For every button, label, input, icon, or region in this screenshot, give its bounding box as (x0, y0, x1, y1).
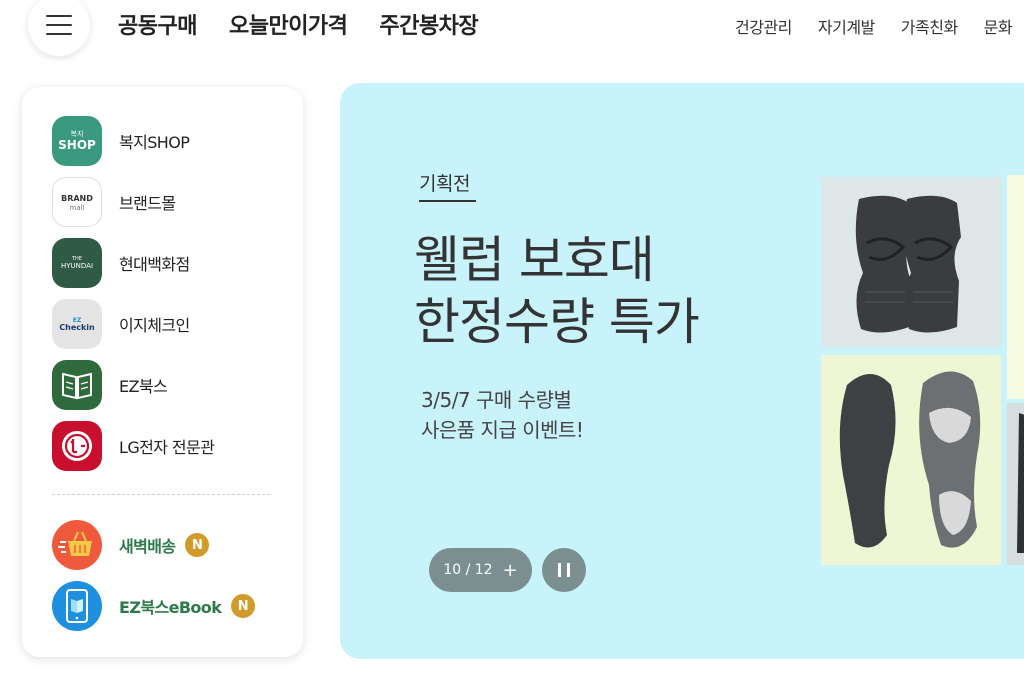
sidebar-item-label: 브랜드몰 (119, 194, 176, 213)
main-nav-group-buy[interactable]: 공동구매 (118, 8, 197, 40)
lg-logo-icon (52, 421, 102, 471)
banner-description: 3/5/7 구매 수량별 사은품 지급 이벤트! (421, 385, 584, 445)
banner-tag-underline (419, 200, 476, 202)
pause-bar (558, 563, 561, 577)
brand-mall-icon: BRAND mall (52, 177, 102, 227)
svg-text:mall: mall (70, 204, 85, 212)
hamburger-line (46, 15, 72, 17)
svg-text:HYUNDAI: HYUNDAI (61, 262, 93, 270)
slide-pager-button[interactable]: 10 / 12 + (429, 548, 532, 592)
banner-desc-line: 사은품 지급 이벤트! (421, 418, 584, 442)
sidebar-item-welfare-shop[interactable]: 복지 SHOP 복지SHOP (52, 116, 190, 166)
sidebar-item-ez-checkin[interactable]: EZ Checkin 이지체크인 (52, 299, 190, 349)
banner-title: 웰럽 보호대 한정수량 특가 (414, 229, 700, 353)
sidebar-item-label: 현대백화점 (119, 255, 190, 274)
pause-bar (567, 563, 570, 577)
hyundai-icon: THE HYUNDAI (52, 238, 102, 288)
hamburger-menu-button[interactable] (28, 0, 90, 56)
welfare-shop-icon: 복지 SHOP (52, 116, 102, 166)
banner-title-line: 웰럽 보호대 (414, 231, 655, 289)
plus-icon: + (502, 559, 518, 581)
sub-nav-culture[interactable]: 문화 (984, 14, 1013, 38)
sidebar-item-ez-books[interactable]: EZ북스 (52, 360, 168, 410)
ez-checkin-icon: EZ Checkin (52, 299, 102, 349)
pause-button[interactable] (542, 548, 586, 592)
sub-nav: 건강관리 자기계발 가족친화 문화 (735, 14, 1013, 38)
product-image-partial (1007, 403, 1024, 565)
sidebar-item-label: EZ북스eBook (119, 598, 222, 617)
product-image-partial (1007, 175, 1024, 399)
sidebar-item-lg[interactable]: LG전자 전문관 (52, 421, 215, 471)
sidebar-item-label: 이지체크인 (119, 316, 190, 335)
svg-text:SHOP: SHOP (58, 138, 96, 152)
sub-nav-self-dev[interactable]: 자기계발 (818, 14, 875, 38)
banner-desc-line: 3/5/7 구매 수량별 (421, 388, 572, 412)
slide-counter: 10 / 12 (443, 562, 493, 578)
sidebar-item-brand-mall[interactable]: BRAND mall 브랜드몰 (52, 177, 176, 227)
svg-text:복지: 복지 (71, 129, 84, 138)
sub-nav-health[interactable]: 건강관리 (735, 14, 792, 38)
promo-banner[interactable]: 기획전 웰럽 보호대 한정수량 특가 3/5/7 구매 수량별 사은품 지급 이… (340, 83, 1024, 659)
ebook-tablet-icon (52, 581, 102, 631)
book-icon (52, 360, 102, 410)
shopping-basket-icon (52, 520, 102, 570)
svg-text:Checkin: Checkin (59, 323, 95, 332)
sidebar-item-label: 복지SHOP (119, 133, 190, 152)
sidebar-item-label: 새벽배송 (119, 537, 176, 556)
main-nav: 공동구매 오늘만이가격 주간봉차장 (118, 8, 479, 40)
hamburger-line (46, 33, 72, 35)
new-badge: N (185, 533, 210, 557)
sidebar-divider (52, 494, 270, 495)
sub-nav-family[interactable]: 가족친화 (901, 14, 958, 38)
service-sidebar: 복지 SHOP 복지SHOP BRAND mall 브랜드몰 THE HYUND… (22, 87, 303, 657)
insole-image (821, 355, 1001, 565)
sidebar-item-label: EZ북스 (119, 377, 168, 396)
main-nav-today-price[interactable]: 오늘만이가격 (229, 8, 348, 40)
main-nav-weekly[interactable]: 주간봉차장 (379, 8, 478, 40)
new-badge: N (231, 594, 256, 618)
hamburger-line (46, 24, 72, 26)
svg-text:BRAND: BRAND (61, 194, 93, 203)
banner-title-line: 한정수량 특가 (414, 293, 700, 351)
sidebar-item-label: LG전자 전문관 (119, 438, 215, 457)
sidebar-item-ez-ebook[interactable]: EZ북스eBook N (52, 581, 256, 631)
knee-brace-image (821, 177, 1001, 347)
sidebar-item-dawn-delivery[interactable]: 새벽배송 N (52, 520, 210, 570)
sidebar-item-hyundai[interactable]: THE HYUNDAI 현대백화점 (52, 238, 190, 288)
banner-category-tag: 기획전 (419, 173, 470, 195)
